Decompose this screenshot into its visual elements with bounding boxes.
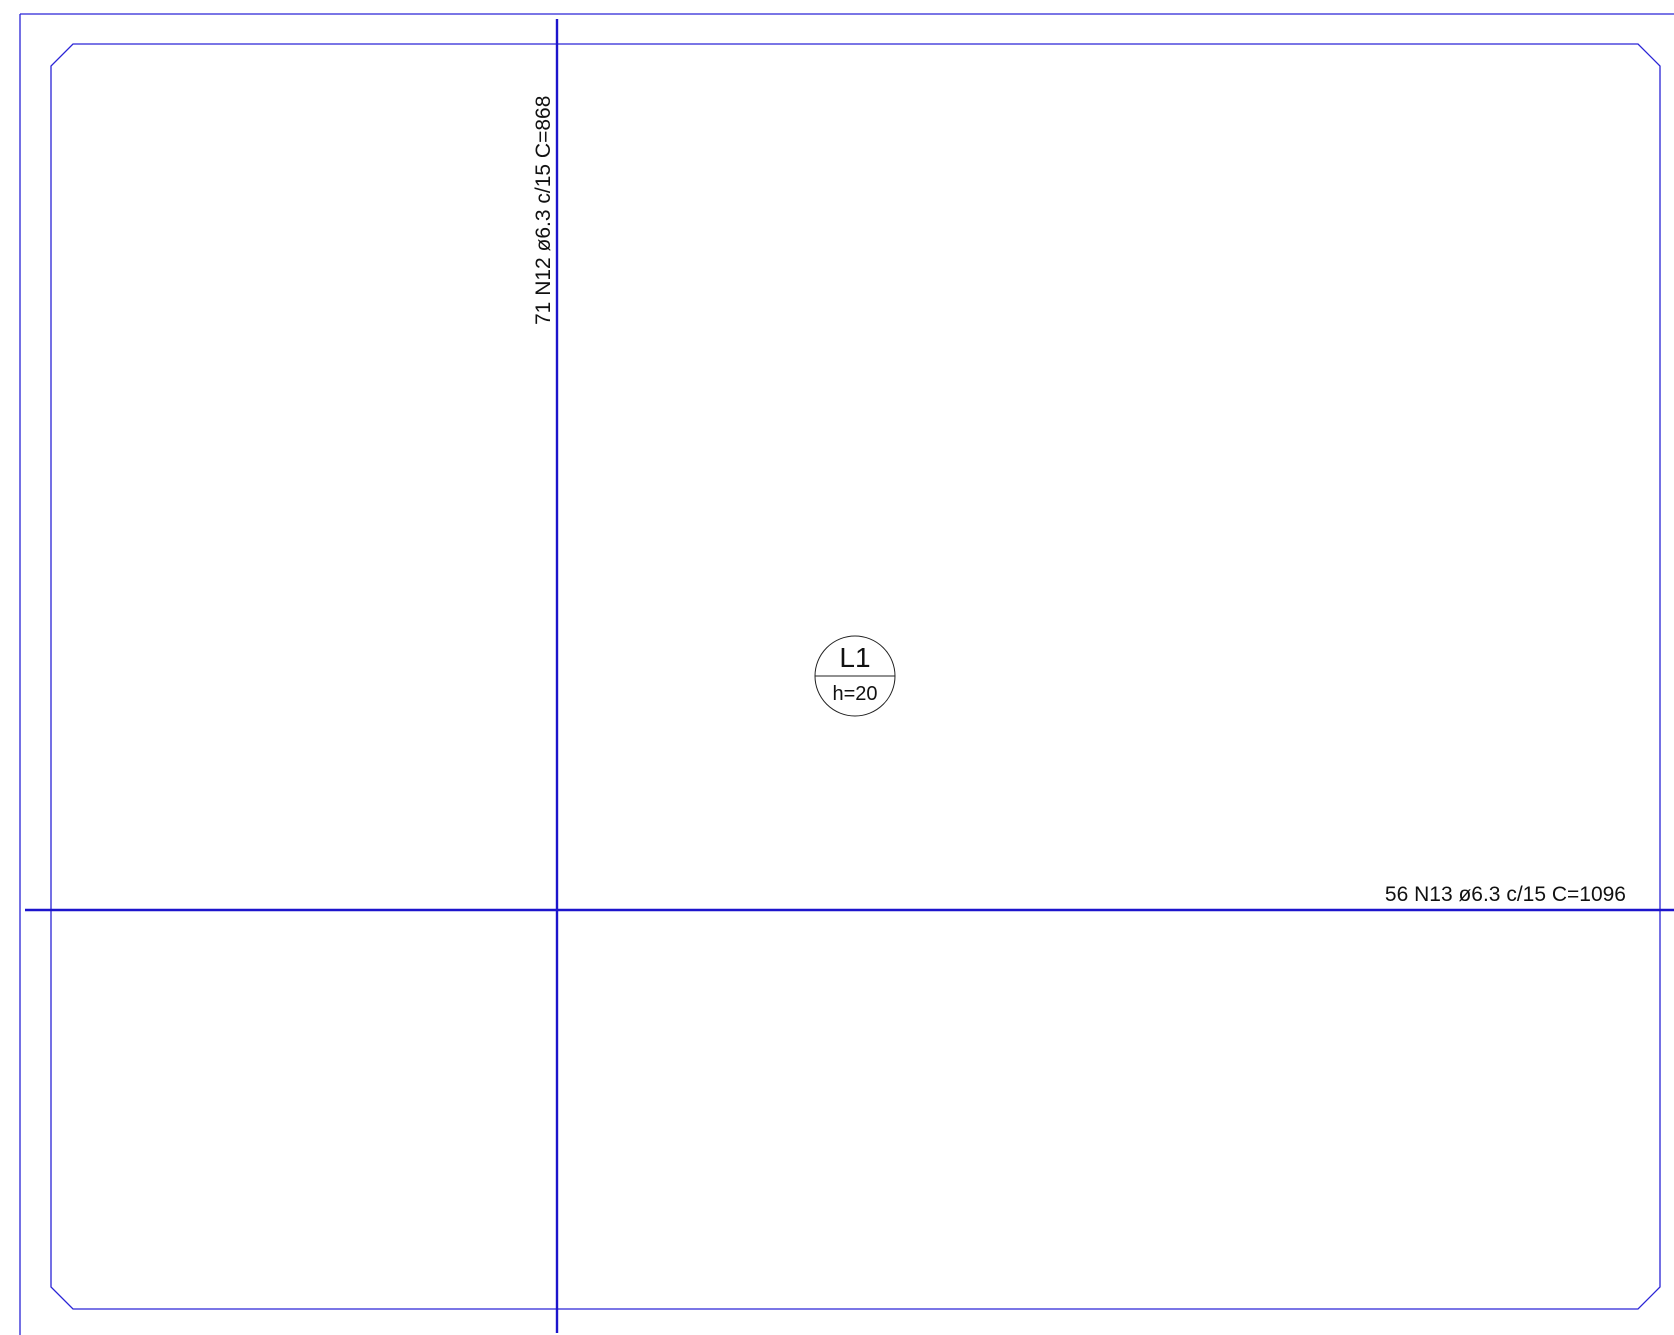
slab-tag: L1 h=20 — [814, 635, 896, 717]
vertical-rebar-label: 71 N12 ø6.3 c/15 C=868 — [532, 96, 555, 325]
slab-thickness: h=20 — [832, 683, 877, 705]
slab-reinforcement-drawing: 71 N12 ø6.3 c/15 C=868 56 N13 ø6.3 c/15 … — [19, 13, 1674, 1335]
slab-name: L1 — [839, 642, 870, 673]
horizontal-rebar-label: 56 N13 ø6.3 c/15 C=1096 — [1385, 883, 1626, 906]
